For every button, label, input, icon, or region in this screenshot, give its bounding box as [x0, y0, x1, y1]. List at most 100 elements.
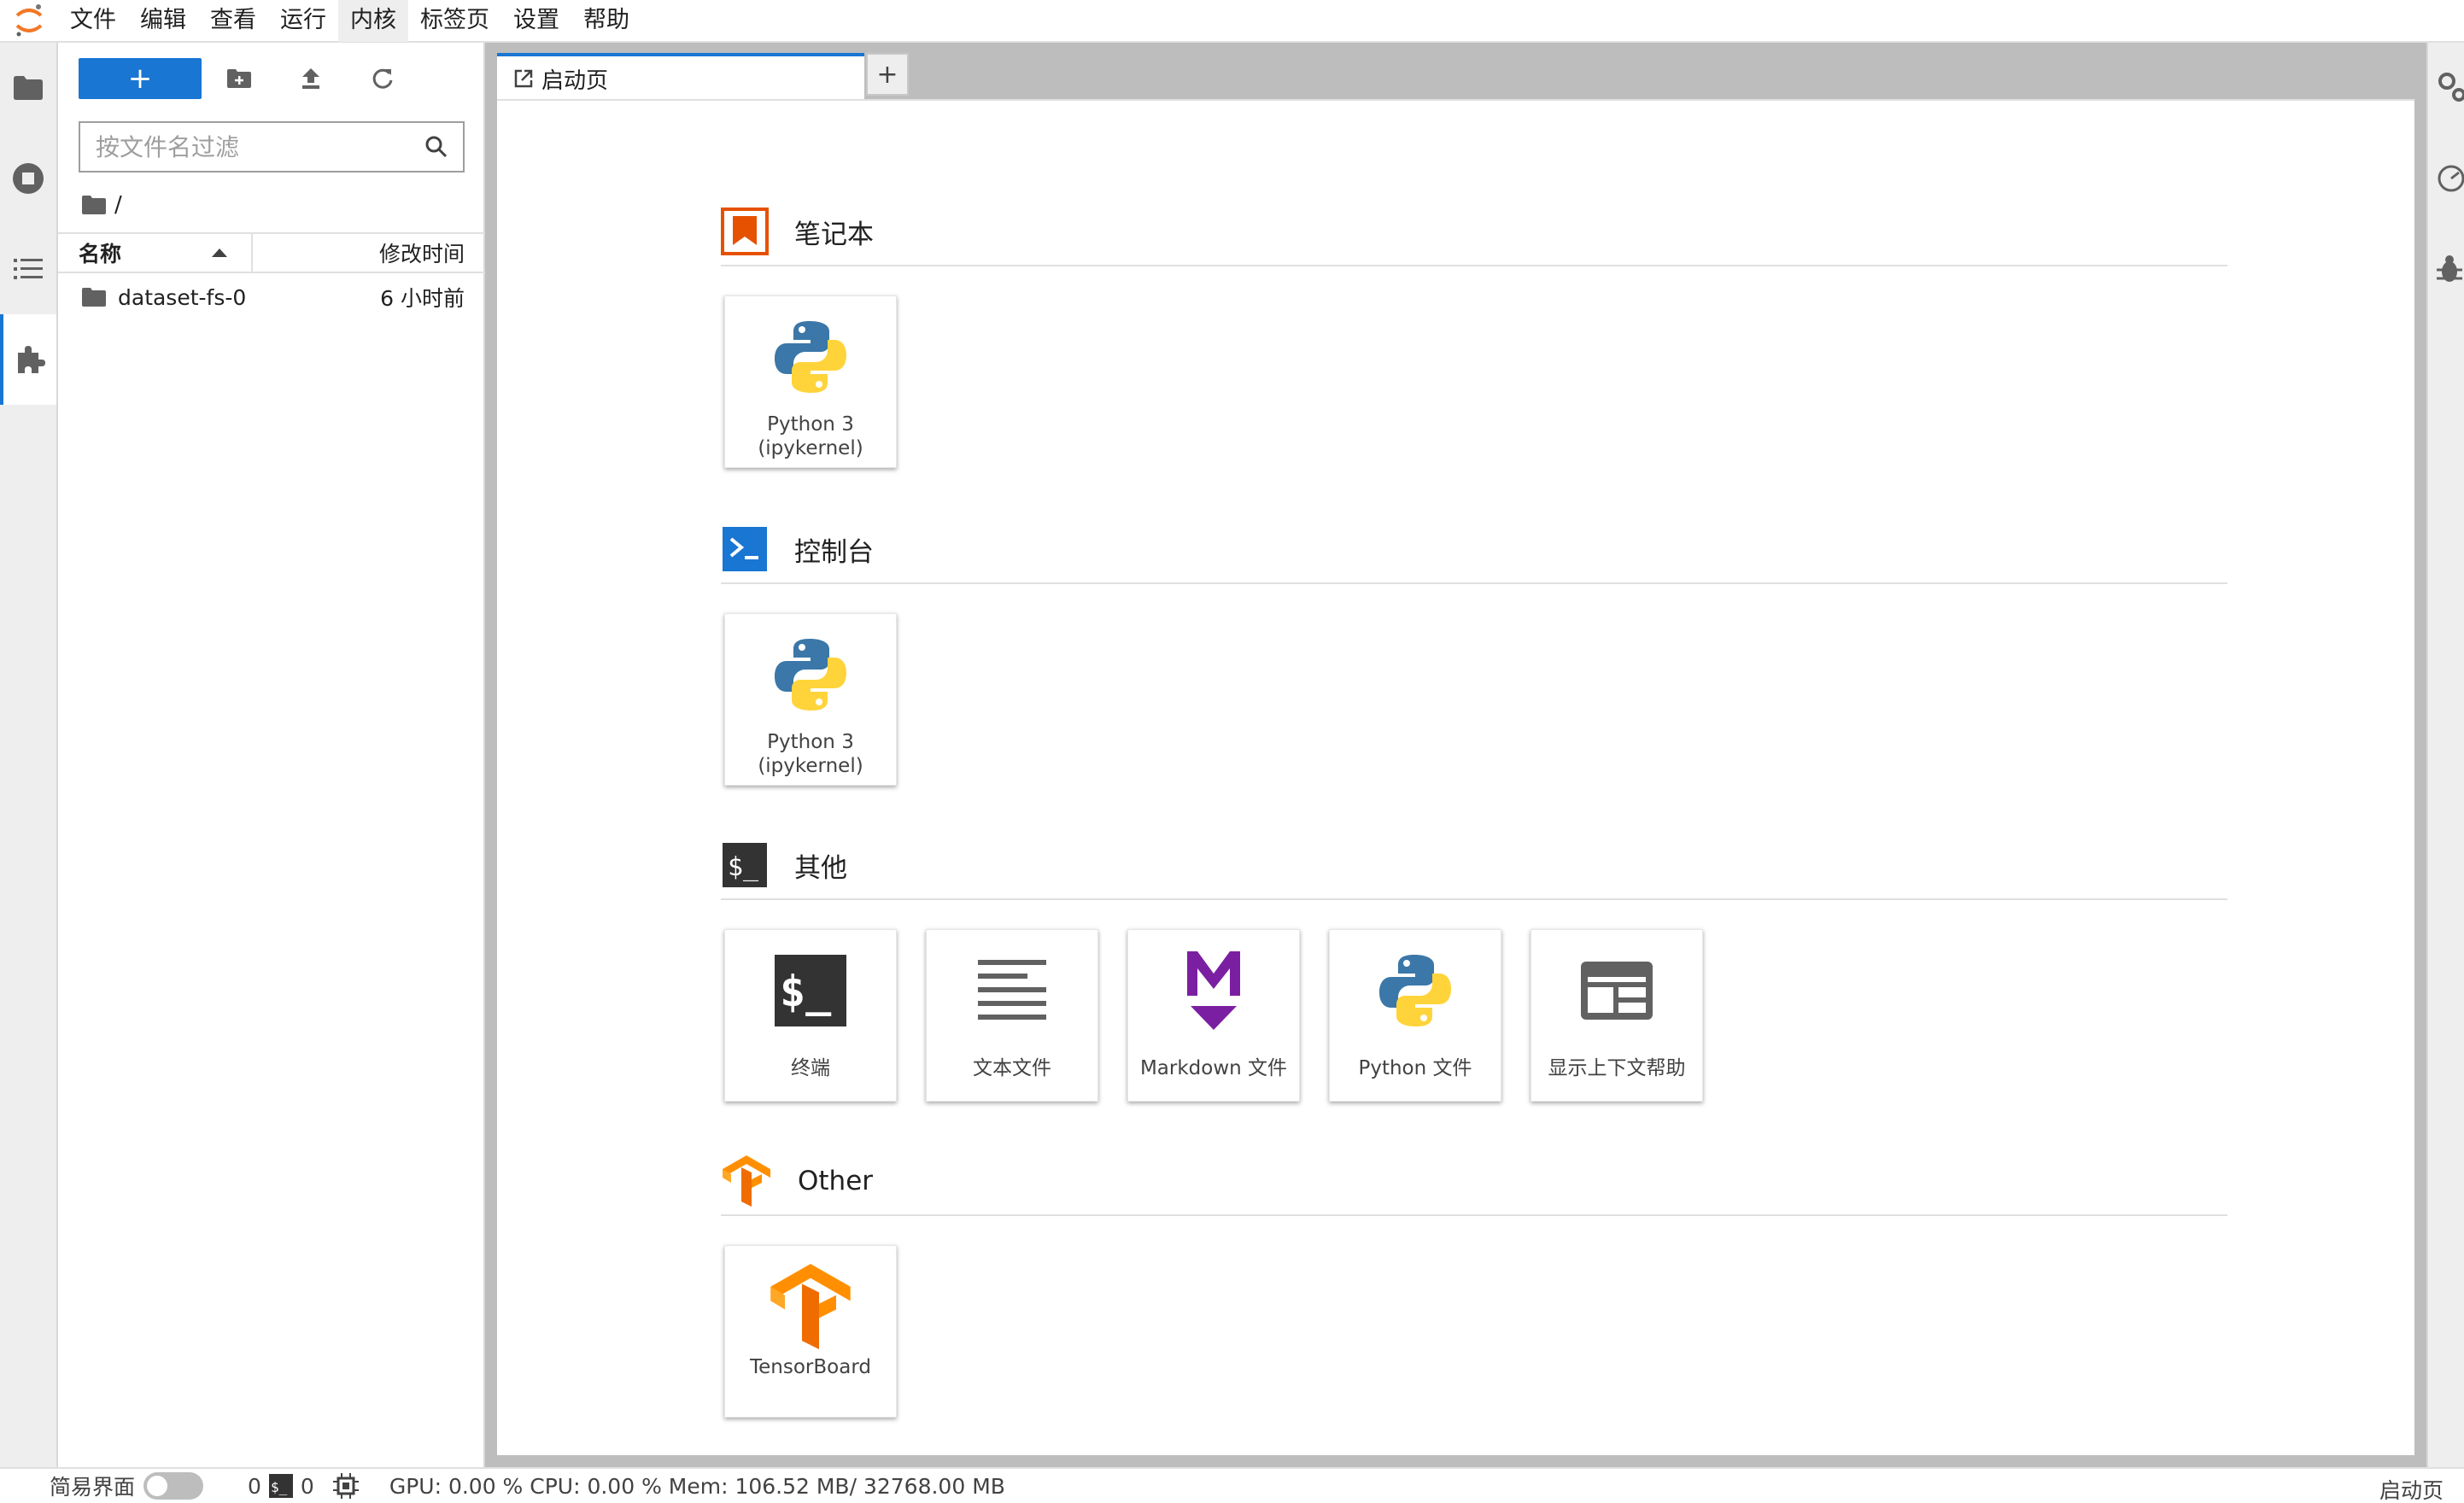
tensorflow-icon	[723, 1155, 770, 1207]
right-sidebar	[2426, 43, 2464, 1467]
launcher-card-tensorboard[interactable]: TensorBoard	[724, 1245, 897, 1418]
launcher-card-text-file[interactable]: 文本文件	[926, 929, 1098, 1102]
menu-bar: 文件 编辑 查看 运行 内核 标签页 设置 帮助	[0, 0, 2464, 43]
file-modified-time: 6 小时前	[380, 286, 465, 311]
menu-run[interactable]: 运行	[268, 0, 338, 42]
tab-launcher[interactable]: 启动页	[497, 53, 864, 101]
folder-icon	[82, 288, 106, 307]
folder-icon	[14, 76, 43, 100]
resource-usage-icon	[2438, 165, 2464, 192]
terminal-icon: $_	[268, 1474, 293, 1498]
notebook-icon	[721, 208, 769, 255]
menu-kernel[interactable]: 内核	[338, 0, 408, 42]
toc-icon	[14, 259, 43, 279]
launcher-card-markdown-file[interactable]: Markdown 文件	[1127, 929, 1300, 1102]
simple-mode-switch[interactable]: 简易界面	[0, 1471, 204, 1501]
debugger-icon	[2437, 255, 2462, 282]
table-of-contents-tab[interactable]	[0, 224, 56, 314]
main-dock-area: 启动页 + 笔记本 Python 3 (ipykernel) 控制台 Pytho…	[485, 43, 2426, 1467]
running-icon	[13, 163, 44, 194]
cpu-chip-icon	[332, 1473, 359, 1499]
resource-usage-tab[interactable]	[2428, 133, 2464, 224]
simple-mode-label: 简易界面	[50, 1475, 136, 1500]
card-label: Python 3 (ipykernel)	[758, 731, 863, 777]
launcher-section-other-cn: $_ 其他 $_ 终端 文本文件 Markdown 文件 Python 文件 显…	[721, 832, 2227, 1102]
extension-icon	[18, 346, 45, 373]
file-browser-panel: + / 名称 修改时间 dataset-fs-0 6 小时前	[58, 43, 485, 1467]
menu-view[interactable]: 查看	[198, 0, 268, 42]
property-inspector-icon	[2438, 73, 2464, 102]
column-name-label: 名称	[79, 242, 122, 266]
card-label: TensorBoard	[750, 1356, 871, 1378]
card-label: 显示上下文帮助	[1548, 1057, 1686, 1079]
file-filter-field[interactable]	[79, 121, 465, 173]
launcher-section-other: Other TensorBoard	[721, 1148, 2227, 1418]
file-filter-input[interactable]	[96, 132, 425, 161]
svg-text:$_: $_	[780, 967, 832, 1016]
menu-help[interactable]: 帮助	[571, 0, 641, 42]
kernel-count-item[interactable]: 0 $_ 0	[248, 1473, 359, 1499]
python-icon	[775, 321, 846, 393]
running-kernels-tab[interactable]	[0, 133, 56, 224]
active-tab-label: 启动页	[2379, 1478, 2444, 1503]
search-icon	[425, 136, 448, 158]
section-title: 控制台	[794, 536, 874, 568]
file-browser-tab[interactable]	[0, 43, 56, 133]
jupyter-logo-icon	[0, 0, 58, 42]
card-label: 终端	[791, 1057, 830, 1079]
sort-ascending-icon	[212, 249, 227, 257]
card-label: 文本文件	[973, 1057, 1051, 1079]
kernels-count: 0	[248, 1473, 261, 1499]
tab-bar: 启动页 +	[485, 43, 2426, 101]
refresh-button[interactable]	[347, 58, 418, 99]
tensorflow-icon	[770, 1264, 851, 1349]
card-label: Markdown 文件	[1139, 1057, 1288, 1079]
svg-text:$_: $_	[728, 852, 759, 882]
add-tab-button[interactable]: +	[866, 53, 909, 96]
text-file-icon	[978, 960, 1046, 1020]
extension-manager-tab[interactable]	[0, 314, 56, 405]
status-bar: 简易界面 0 $_ 0 GPU: 0.00 % CPU: 0.00 % Mem:…	[0, 1467, 2464, 1503]
terminals-count: 0	[300, 1473, 314, 1499]
new-folder-button[interactable]	[203, 58, 275, 99]
launcher-tab-icon	[514, 69, 533, 88]
column-name-header[interactable]: 名称	[58, 234, 253, 272]
svg-text:$_: $_	[271, 1479, 288, 1495]
refresh-icon	[372, 68, 393, 89]
menu-tabs[interactable]: 标签页	[408, 0, 501, 42]
left-sidebar	[0, 43, 58, 1467]
upload-icon	[302, 68, 319, 89]
launcher-card-terminal[interactable]: $_ 终端	[724, 929, 897, 1102]
breadcrumb-root[interactable]: /	[114, 192, 122, 218]
property-inspector-tab[interactable]	[2428, 43, 2464, 133]
card-label: Python 3 (ipykernel)	[758, 413, 863, 459]
breadcrumb: /	[82, 188, 122, 222]
card-label: Python 文件	[1358, 1057, 1472, 1079]
upload-button[interactable]	[275, 58, 347, 99]
python-icon	[775, 639, 846, 711]
launcher-section-console: 控制台 Python 3 (ipykernel)	[721, 516, 2227, 786]
launcher-section-notebook: 笔记本 Python 3 (ipykernel)	[721, 198, 2227, 468]
menu-settings[interactable]: 设置	[501, 0, 571, 42]
launcher-card-python-file[interactable]: Python 文件	[1329, 929, 1501, 1102]
tab-launcher-label: 启动页	[541, 67, 609, 94]
section-title: Other	[798, 1166, 874, 1196]
launcher-panel: 笔记本 Python 3 (ipykernel) 控制台 Python 3 (i…	[497, 99, 2414, 1455]
file-list-item[interactable]: dataset-fs-0 6 小时前	[58, 277, 485, 318]
file-list-header: 名称 修改时间	[58, 232, 485, 273]
file-name: dataset-fs-0	[118, 284, 247, 310]
launcher-card-context-help[interactable]: 显示上下文帮助	[1530, 929, 1703, 1102]
launcher-card-console-python3[interactable]: Python 3 (ipykernel)	[724, 613, 897, 786]
menu-file[interactable]: 文件	[58, 0, 128, 42]
debugger-tab[interactable]	[2428, 224, 2464, 314]
simple-mode-toggle[interactable]	[143, 1472, 204, 1500]
file-browser-toolbar: +	[79, 58, 418, 99]
new-launcher-button[interactable]: +	[79, 58, 202, 99]
home-folder-icon[interactable]	[82, 196, 106, 214]
section-title: 其他	[794, 852, 847, 884]
markdown-icon	[1187, 951, 1240, 1030]
menu-edit[interactable]: 编辑	[128, 0, 198, 42]
section-title: 笔记本	[794, 219, 874, 250]
launcher-card-notebook-python3[interactable]: Python 3 (ipykernel)	[724, 295, 897, 468]
column-modified-header[interactable]: 修改时间	[253, 234, 485, 272]
